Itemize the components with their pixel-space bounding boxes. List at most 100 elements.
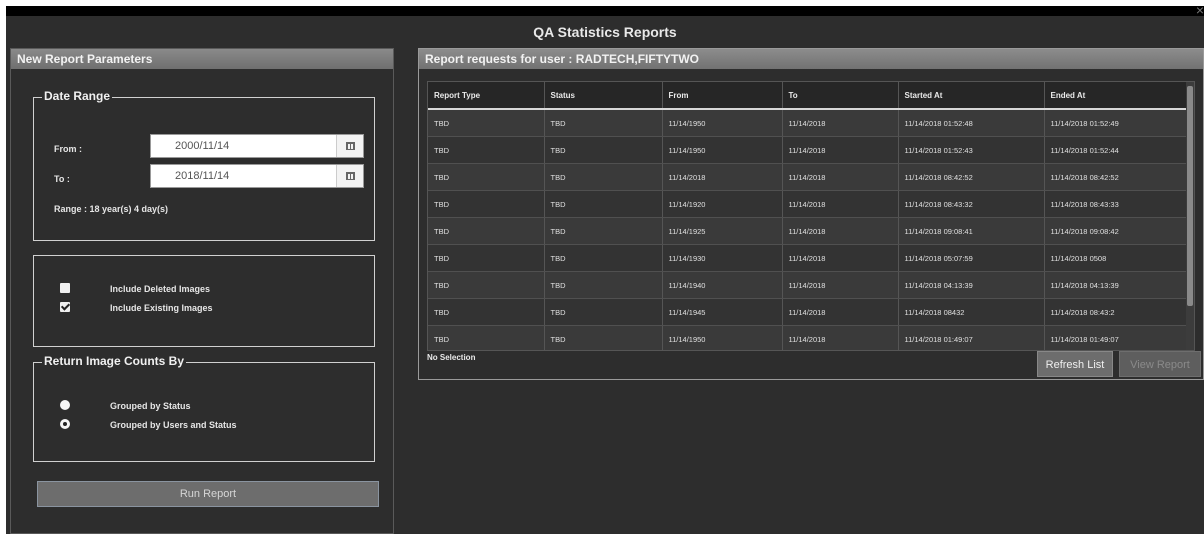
table-row[interactable]: TBD TBD 11/14/1945 11/14/2018 11/14/2018 084… <box>428 298 1187 326</box>
table-header-row: Report Type Status From To Started At En… <box>428 82 1187 110</box>
table-row[interactable]: TBD TBD 11/14/1920 11/14/2018 11/14/2018 08:… <box>428 190 1187 218</box>
include-existing-label: Include Existing Images <box>110 303 213 313</box>
table-cell: TBD <box>544 217 663 245</box>
from-date-field[interactable]: 2000/11/14 <box>150 134 364 158</box>
image-counts-legend: Return Image Counts By <box>42 354 187 368</box>
table-cell: TBD <box>428 136 545 164</box>
table-cell: TBD <box>544 325 663 350</box>
column-header[interactable]: Report Type <box>428 82 545 110</box>
table-cell: 11/14/2018 <box>782 190 899 218</box>
table-cell: 11/14/2018 01:52:44 <box>1044 136 1187 164</box>
table-cell: TBD <box>428 271 545 299</box>
date-range-group: Date Range From : 2000/11/14 To : 2018/1… <box>33 89 375 241</box>
table-cell: 11/14/2018 <box>782 298 899 326</box>
table-cell: TBD <box>428 109 545 137</box>
table-cell: TBD <box>544 190 663 218</box>
range-summary: Range : 18 year(s) 4 day(s) <box>54 204 169 214</box>
report-requests-table: Report Type Status From To Started At En… <box>427 81 1195 351</box>
include-deleted-label: Include Deleted Images <box>110 284 211 294</box>
table-row[interactable]: TBD TBD 11/14/2018 11/14/2018 11/14/2018 08:… <box>428 163 1187 191</box>
table-cell: 11/14/1950 <box>662 109 783 137</box>
table-cell: TBD <box>544 244 663 272</box>
table-cell: 11/14/2018 0508 <box>1044 244 1187 272</box>
report-parameters-panel: New Report Parameters Date Range From : … <box>10 48 394 534</box>
table-cell: TBD <box>544 163 663 191</box>
table-cell: 11/14/1925 <box>662 217 783 245</box>
date-range-legend: Date Range <box>42 89 113 103</box>
table-cell: 11/14/2018 04:13:39 <box>1044 271 1187 299</box>
view-report-button[interactable]: View Report <box>1119 351 1201 377</box>
image-counts-group: Return Image Counts By Grouped by Status… <box>33 354 375 462</box>
table-cell: TBD <box>428 163 545 191</box>
table-row[interactable]: TBD TBD 11/14/1950 11/14/2018 11/14/2018 01:… <box>428 109 1187 137</box>
table-cell: 11/14/1940 <box>662 271 783 299</box>
include-deleted-checkbox[interactable] <box>60 283 70 293</box>
table-cell: 11/14/2018 08:43:2 <box>1044 298 1187 326</box>
to-date-value: 2018/11/14 <box>175 170 230 182</box>
to-calendar-button[interactable] <box>336 165 363 187</box>
column-header[interactable]: Ended At <box>1044 82 1187 110</box>
image-options-group: Include Deleted Images Include Existing … <box>33 255 375 347</box>
table-cell: 11/14/2018 08:42:52 <box>898 163 1045 191</box>
table-cell: 11/14/2018 <box>782 244 899 272</box>
run-report-button[interactable]: Run Report <box>37 481 379 507</box>
selection-status: No Selection <box>427 353 476 362</box>
table-cell: 11/14/2018 08:43:33 <box>1044 190 1187 218</box>
table-cell: 11/14/1950 <box>662 136 783 164</box>
table-cell: 11/14/2018 09:08:42 <box>1044 217 1187 245</box>
table-cell: 11/14/1920 <box>662 190 783 218</box>
report-requests-panel: Report requests for user : RADTECH,FIFTY… <box>418 48 1204 380</box>
table-cell: 11/14/1945 <box>662 298 783 326</box>
table-cell: 11/14/2018 09:08:41 <box>898 217 1045 245</box>
table-cell: TBD <box>428 244 545 272</box>
table-row[interactable]: TBD TBD 11/14/1950 11/14/2018 11/14/2018 01:… <box>428 136 1187 164</box>
table-cell: 11/14/2018 <box>662 163 783 191</box>
column-header[interactable]: To <box>782 82 899 110</box>
grouped-by-status-radio[interactable] <box>60 400 70 410</box>
requests-header: Report requests for user : RADTECH,FIFTY… <box>419 49 1203 69</box>
window-title: QA Statistics Reports <box>533 24 677 40</box>
table-row[interactable]: TBD TBD 11/14/1950 11/14/2018 11/14/2018 01:… <box>428 325 1187 350</box>
table-cell: 11/14/2018 08:43:32 <box>898 190 1045 218</box>
column-header[interactable]: Status <box>544 82 663 110</box>
table-cell: 11/14/2018 01:52:43 <box>898 136 1045 164</box>
calendar-icon <box>345 172 355 180</box>
to-date-field[interactable]: 2018/11/14 <box>150 164 364 188</box>
table-cell: 11/14/2018 01:49:07 <box>898 325 1045 350</box>
table-cell: 11/14/2018 <box>782 136 899 164</box>
grouped-by-users-status-label: Grouped by Users and Status <box>110 420 237 430</box>
from-calendar-button[interactable] <box>336 135 363 157</box>
refresh-list-button[interactable]: Refresh List <box>1037 351 1113 377</box>
table-cell: TBD <box>544 271 663 299</box>
scrollbar-thumb[interactable] <box>1187 86 1193 306</box>
table-cell: 11/14/2018 08:42:52 <box>1044 163 1187 191</box>
from-date-value: 2000/11/14 <box>175 140 230 152</box>
grouped-by-status-label: Grouped by Status <box>110 401 191 411</box>
column-header[interactable]: From <box>662 82 783 110</box>
grouped-by-users-status-radio[interactable] <box>60 419 70 429</box>
table-cell: 11/14/1950 <box>662 325 783 350</box>
table-row[interactable]: TBD TBD 11/14/1925 11/14/2018 11/14/2018 09:… <box>428 217 1187 245</box>
table-cell: 11/14/2018 <box>782 109 899 137</box>
table-cell: 11/14/2018 05:07:59 <box>898 244 1045 272</box>
column-header[interactable]: Started At <box>898 82 1045 110</box>
table-cell: 11/14/2018 01:52:49 <box>1044 109 1187 137</box>
table-cell: 11/14/2018 01:52:48 <box>898 109 1045 137</box>
table-cell: 11/14/2018 <box>782 271 899 299</box>
table-cell: 11/14/2018 <box>782 325 899 350</box>
table-cell: TBD <box>428 298 545 326</box>
table-cell: 11/14/2018 <box>782 217 899 245</box>
table-cell: TBD <box>428 190 545 218</box>
table-scrollbar[interactable] <box>1186 82 1194 350</box>
table-cell: 11/14/2018 <box>782 163 899 191</box>
table-cell: 11/14/2018 04:13:39 <box>898 271 1045 299</box>
parameters-header: New Report Parameters <box>11 49 393 69</box>
table-row[interactable]: TBD TBD 11/14/1930 11/14/2018 11/14/2018 05:… <box>428 244 1187 272</box>
include-existing-checkbox[interactable] <box>60 302 70 312</box>
app-window: × QA Statistics Reports New Report Param… <box>6 2 1204 534</box>
close-icon[interactable]: × <box>1196 2 1204 18</box>
table-cell: 11/14/2018 01:49:07 <box>1044 325 1187 350</box>
table-cell: TBD <box>544 109 663 137</box>
from-label: From : <box>54 144 82 154</box>
table-row[interactable]: TBD TBD 11/14/1940 11/14/2018 11/14/2018 04:… <box>428 271 1187 299</box>
